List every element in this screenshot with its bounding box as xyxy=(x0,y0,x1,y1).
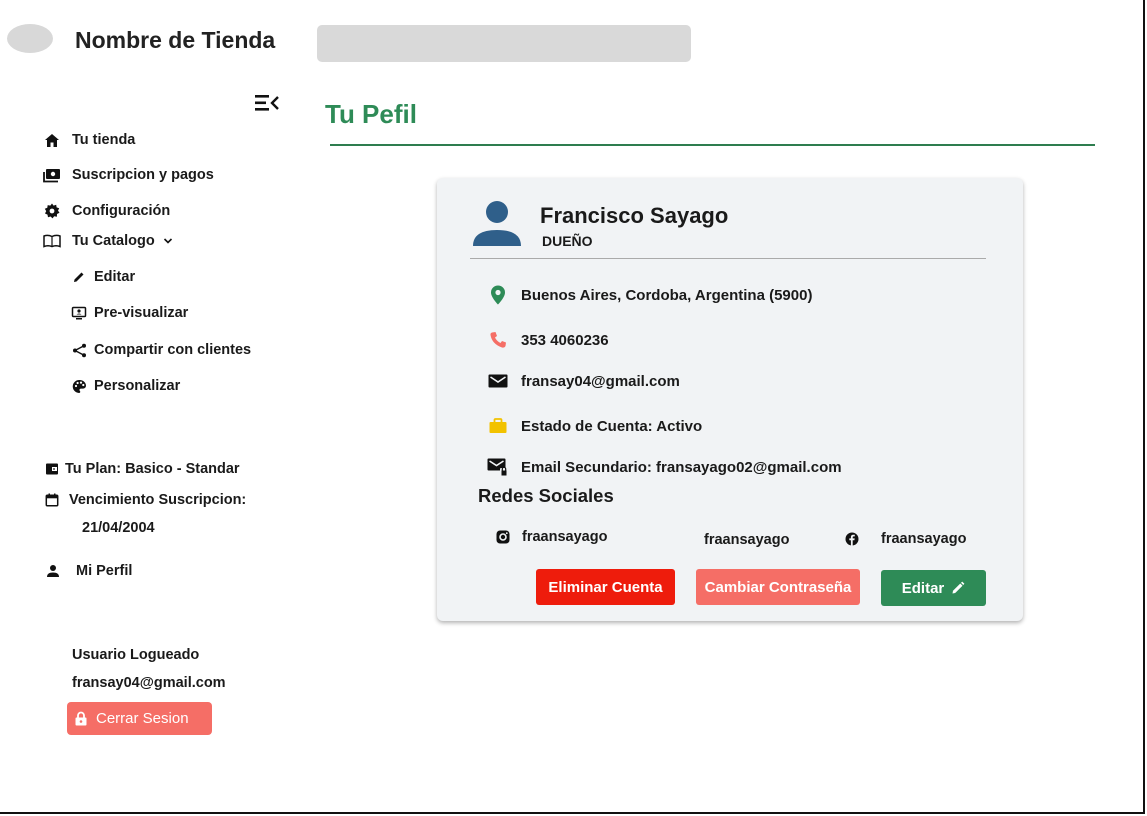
gear-icon xyxy=(43,202,61,220)
social-title: Redes Sociales xyxy=(478,485,614,506)
social-instagram[interactable]: fraansayago xyxy=(496,529,607,545)
sidebar-item-label: Configuración xyxy=(72,203,171,219)
sidebar-item-tu-tienda[interactable]: Tu tienda xyxy=(43,131,135,149)
logout-label: Cerrar Sesion xyxy=(96,710,189,727)
delete-account-button[interactable]: Eliminar Cuenta xyxy=(536,569,675,605)
logout-button[interactable]: Cerrar Sesion xyxy=(67,702,212,735)
plan-label: Tu Plan: Basico - Standar xyxy=(65,461,240,477)
search-input[interactable] xyxy=(317,25,691,62)
sidebar-subitem-personalizar[interactable]: Personalizar xyxy=(70,377,180,395)
secondary-email-row: Email Secundario: fransayago02@gmail.com xyxy=(487,456,842,478)
mail-lock-icon xyxy=(487,456,509,478)
plan-card-icon xyxy=(45,460,59,478)
edit-profile-button[interactable]: Editar xyxy=(881,570,986,606)
page-title: Tu Pefil xyxy=(325,99,417,129)
mail-icon xyxy=(487,370,509,392)
sidebar-item-tu-catalogo[interactable]: Tu Catalogo xyxy=(43,232,173,250)
lock-icon xyxy=(75,711,87,726)
preview-icon xyxy=(70,304,88,322)
palette-icon xyxy=(70,377,88,395)
email-text: fransay04@gmail.com xyxy=(521,372,680,390)
location-pin-icon xyxy=(487,284,509,306)
expiry-info: Vencimiento Suscripcion: xyxy=(45,491,246,509)
chevron-down-icon xyxy=(163,237,173,245)
sidebar-item-label: Tu Catalogo xyxy=(72,233,155,249)
home-icon xyxy=(43,131,61,149)
sidebar-item-configuracion[interactable]: Configuración xyxy=(43,202,170,220)
sidebar-item-label: Suscripcion y pagos xyxy=(72,167,214,183)
phone-text: 353 4060236 xyxy=(521,331,609,349)
store-logo[interactable] xyxy=(7,24,53,53)
instagram-handle: fraansayago xyxy=(522,529,608,545)
sidebar-item-label: Mi Perfil xyxy=(76,563,133,579)
instagram-icon xyxy=(496,530,510,544)
expiry-label: Vencimiento Suscripcion: xyxy=(69,492,247,508)
location-row: Buenos Aires, Cordoba, Argentina (5900) xyxy=(487,284,812,306)
phone-row: 353 4060236 xyxy=(487,329,609,351)
expiry-date: 21/04/2004 xyxy=(82,520,155,536)
profile-role: DUEÑO xyxy=(542,233,593,249)
sidebar-item-label: Tu tienda xyxy=(72,132,136,148)
change-password-label: Cambiar Contraseña xyxy=(704,578,852,596)
delete-account-label: Eliminar Cuenta xyxy=(548,578,663,596)
sidebar-subitem-editar[interactable]: Editar xyxy=(70,268,135,286)
avatar-icon xyxy=(472,198,522,248)
store-name: Nombre de Tienda xyxy=(75,27,276,53)
card-divider xyxy=(470,258,986,259)
middle-handle: fraansayago xyxy=(704,532,790,548)
pencil-icon xyxy=(951,581,965,595)
pencil-icon xyxy=(70,268,88,286)
payments-icon xyxy=(43,166,61,184)
person-icon xyxy=(45,562,61,580)
plan-info: Tu Plan: Basico - Standar xyxy=(45,460,240,478)
title-divider xyxy=(330,144,1095,146)
sidebar-item-suscripcion[interactable]: Suscripcion y pagos xyxy=(43,166,214,184)
sidebar-subitem-label: Compartir con clientes xyxy=(94,342,252,358)
menu-collapse-icon[interactable] xyxy=(252,92,282,114)
sidebar-item-mi-perfil[interactable]: Mi Perfil xyxy=(45,562,132,580)
sidebar-subitem-label: Personalizar xyxy=(94,378,181,394)
status-text: Estado de Cuenta: Activo xyxy=(521,417,703,435)
location-text: Buenos Aires, Cordoba, Argentina (5900) xyxy=(521,286,813,304)
book-icon xyxy=(43,232,61,250)
sidebar-subitem-label: Pre-visualizar xyxy=(94,305,189,321)
phone-icon xyxy=(487,329,509,351)
change-password-button[interactable]: Cambiar Contraseña xyxy=(696,569,860,605)
share-icon xyxy=(70,341,88,359)
email-row: fransay04@gmail.com xyxy=(487,370,680,392)
profile-card: Francisco Sayago DUEÑO Buenos Aires, Cor… xyxy=(437,178,1023,621)
calendar-icon xyxy=(45,491,59,509)
logged-user-email: fransay04@gmail.com xyxy=(72,675,226,691)
facebook-handle: fraansayago xyxy=(881,531,967,547)
logged-user-label: Usuario Logueado xyxy=(72,647,200,663)
social-middle[interactable]: fraansayago xyxy=(704,532,789,548)
edit-profile-label: Editar xyxy=(901,579,945,597)
sidebar-subitem-label: Editar xyxy=(94,269,136,285)
secondary-email-text: Email Secundario: fransayago02@gmail.com xyxy=(521,458,842,476)
sidebar-subitem-compartir[interactable]: Compartir con clientes xyxy=(70,341,251,359)
briefcase-icon xyxy=(487,415,509,437)
facebook-icon xyxy=(845,532,859,546)
profile-name: Francisco Sayago xyxy=(540,203,729,228)
status-row: Estado de Cuenta: Activo xyxy=(487,415,702,437)
social-facebook[interactable]: fraansayago xyxy=(845,531,966,547)
sidebar-subitem-previsualizar[interactable]: Pre-visualizar xyxy=(70,304,188,322)
